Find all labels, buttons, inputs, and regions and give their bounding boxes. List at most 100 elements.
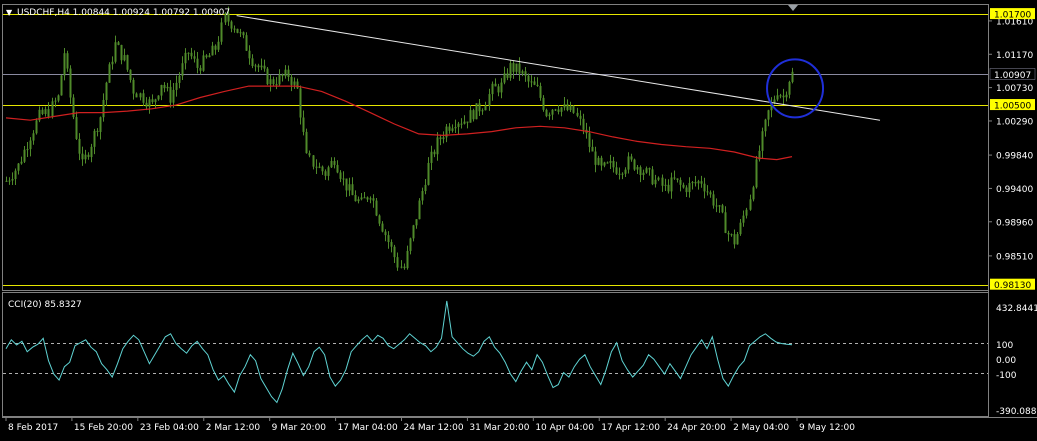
candle-body (679, 179, 682, 185)
candle-body (20, 161, 23, 164)
candle-body (682, 184, 685, 188)
candle-body (312, 155, 315, 167)
candle-body (102, 99, 105, 118)
candle-body (478, 103, 481, 112)
candle-body (217, 41, 220, 50)
cci-axis-100: 100 (996, 341, 1013, 351)
candle-body (354, 195, 357, 202)
candle-body (230, 21, 233, 29)
candle-body (269, 79, 272, 85)
x-tick-label: 15 Feb 20:00 (74, 423, 133, 433)
x-tick-label: 2 Mar 12:00 (206, 423, 261, 433)
candle-body (160, 84, 163, 96)
candle-body (81, 153, 84, 160)
moving-average-line (5, 85, 793, 161)
x-tick-label: 8 Feb 2017 (8, 423, 58, 433)
candle-body (245, 35, 248, 51)
candle-body (736, 234, 739, 245)
candle-body (166, 86, 169, 89)
candle-body (172, 89, 175, 103)
shift-marker-icon[interactable] (788, 5, 798, 11)
candle-body (618, 173, 621, 175)
y-tick-label: 0.98510 (996, 252, 1033, 262)
candle-body (35, 120, 38, 134)
candle-body (448, 126, 451, 131)
candle-body (654, 179, 657, 185)
candle-body (569, 105, 572, 111)
candle-body (752, 187, 755, 200)
candle-body (63, 53, 66, 76)
candle-body (78, 138, 81, 154)
candle-body (484, 105, 487, 111)
candle-body (248, 50, 251, 59)
menu-triangle-icon[interactable]: ▼ (6, 8, 13, 17)
candle-body (327, 167, 330, 176)
candle-body (393, 246, 396, 258)
candle-body (773, 99, 776, 103)
candle-body (305, 131, 308, 154)
x-tick-label: 10 Apr 04:00 (535, 423, 594, 433)
candle-body (788, 81, 791, 95)
candle-body (609, 160, 612, 163)
candle-body (624, 169, 627, 174)
candle-body (187, 52, 190, 54)
candle-body (615, 167, 618, 174)
candle-body (767, 110, 770, 120)
x-tick-label: 17 Mar 04:00 (338, 423, 398, 433)
candle-body (75, 117, 78, 139)
candle-body (163, 84, 166, 89)
candle-body (117, 42, 120, 45)
candle-body (330, 160, 333, 168)
candle-body (636, 167, 639, 170)
candle-body (72, 97, 75, 118)
cci-axis-max: 432.8441 (996, 304, 1037, 314)
y-tick-label: 0.98960 (996, 218, 1033, 228)
candle-body (321, 166, 324, 172)
candle-body (251, 58, 254, 67)
candle-body (642, 172, 645, 175)
candle-body (554, 109, 557, 111)
candle-body (421, 190, 424, 201)
candle-body (272, 79, 275, 85)
candle-body (509, 63, 512, 78)
candle-body (603, 162, 606, 166)
candle-body (727, 232, 730, 235)
candle-body (667, 184, 670, 192)
candle-body (409, 238, 412, 251)
candle-body (563, 104, 566, 108)
candle-body (545, 109, 548, 117)
candle-body (114, 42, 117, 62)
candle-body (126, 55, 129, 70)
candle-body (23, 149, 26, 162)
candle-body (181, 63, 184, 76)
candle-body (548, 114, 551, 117)
trendline[interactable] (236, 15, 881, 121)
candle-body (378, 215, 381, 224)
candle-body (488, 94, 491, 106)
candle-body (318, 166, 321, 168)
candle-body (557, 109, 560, 112)
candle-body (400, 266, 403, 268)
candle-body (685, 187, 688, 193)
candle-body (779, 95, 782, 97)
candle-body (99, 117, 102, 132)
chart-window: 1.01610 1.01170 1.00730 1.00290 0.99840 0.994… (0, 0, 1037, 441)
candle-body (142, 93, 145, 103)
cci-label: CCI(20) 85.8327 (8, 300, 82, 310)
candle-body (315, 166, 318, 168)
candle-body (691, 182, 694, 184)
candle-body (591, 146, 594, 152)
cci-axis-0: 0.00 (996, 356, 1016, 366)
candle-body (500, 82, 503, 93)
main-plot (3, 6, 988, 286)
candle-body (14, 170, 17, 180)
candle-body (372, 198, 375, 201)
x-tick-label: 9 Mar 20:00 (272, 423, 327, 433)
y-tick-label: 0.99400 (996, 185, 1033, 195)
candle-body (151, 99, 154, 103)
candle-body (749, 199, 752, 210)
candle-body (415, 219, 418, 226)
candle-body (29, 140, 32, 150)
highlight-circle[interactable] (766, 58, 825, 119)
candle-body (96, 130, 99, 132)
